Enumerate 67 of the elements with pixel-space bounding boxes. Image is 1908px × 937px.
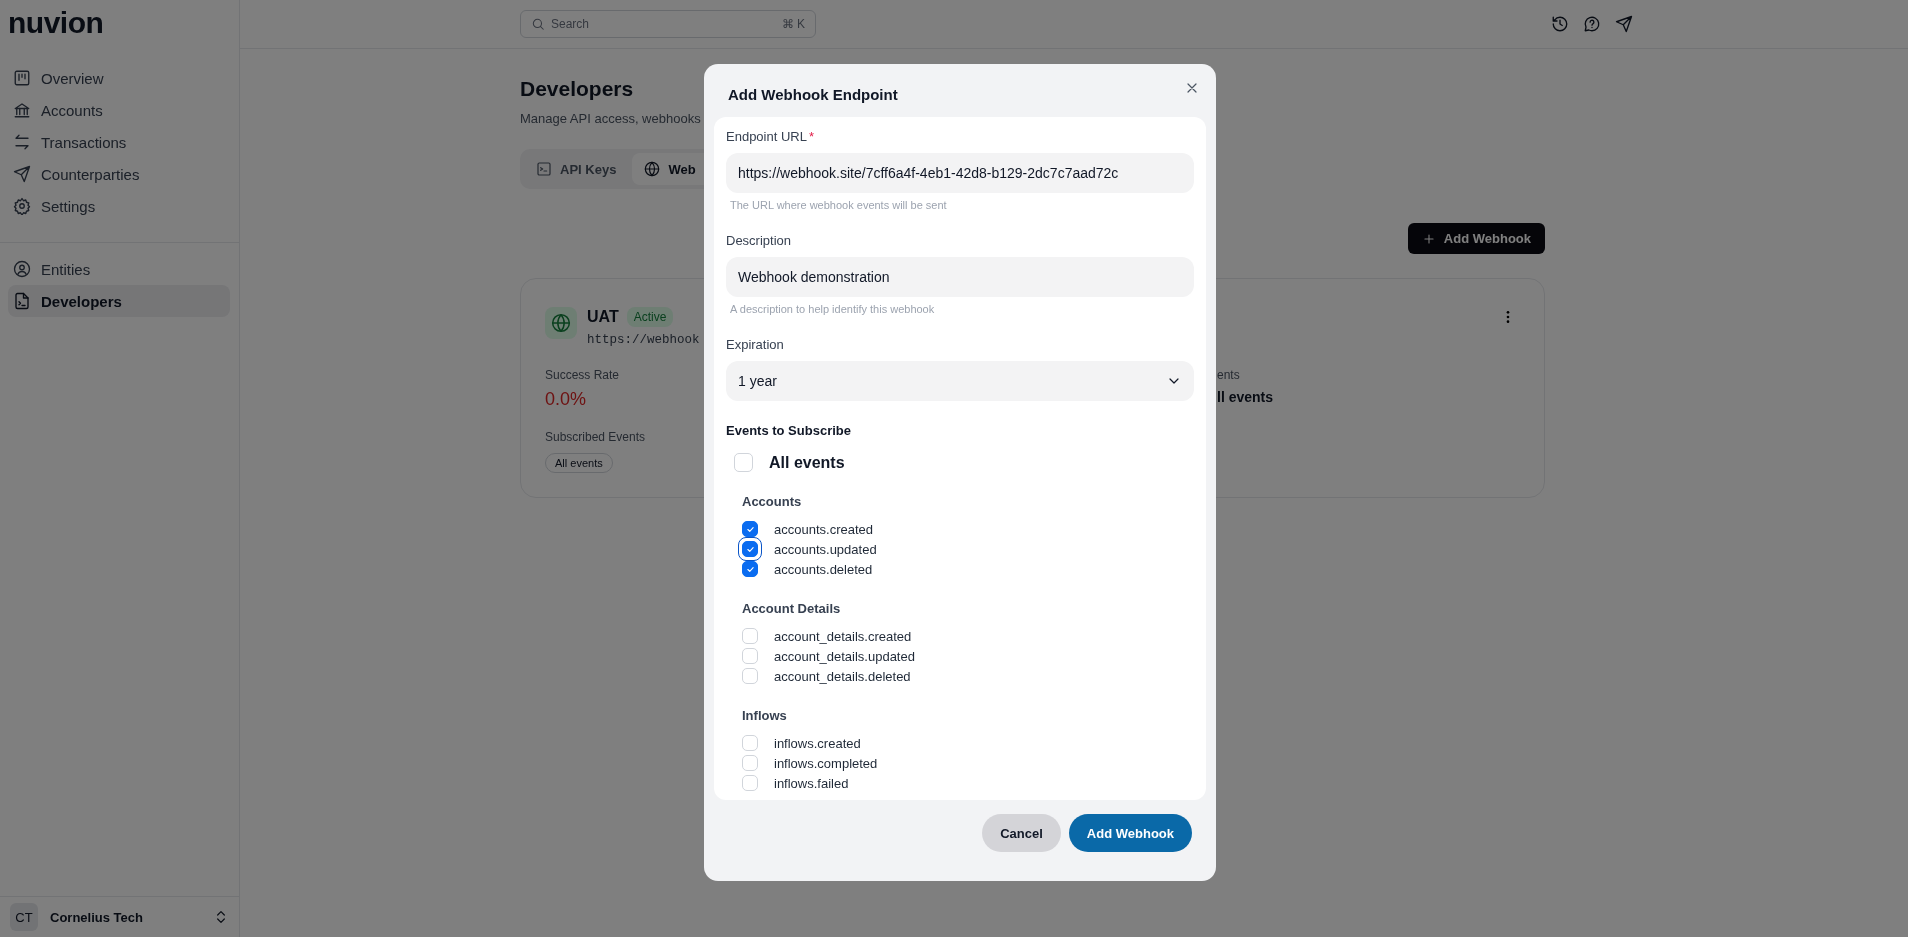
webhook-name: UAT xyxy=(587,308,619,326)
sidebar-item[interactable]: Accounts xyxy=(8,94,230,126)
shortcut-hint: ⌘ K xyxy=(781,17,805,31)
group-title: Inflows xyxy=(742,708,787,723)
sidebar-item[interactable]: Transactions xyxy=(8,126,230,158)
status-badge: Active xyxy=(626,307,674,327)
arrows-icon xyxy=(13,133,31,151)
field-label: Endpoint URL* xyxy=(726,129,814,144)
help-chat-icon xyxy=(1583,15,1601,33)
input-field[interactable]: https://webhook.site/7cff6a4f-4eb1-42d8-b129-2dc7c7aad72c xyxy=(726,153,1194,193)
field-label: Expiration xyxy=(726,337,784,352)
checkbox-label: account_details.deleted xyxy=(774,668,911,684)
select-field[interactable]: 1 year xyxy=(726,361,1194,401)
group-title: Account Details xyxy=(742,601,841,616)
stat-label: ents xyxy=(1217,368,1240,382)
webhook-url: https://webhook xyxy=(587,333,700,347)
bank-icon xyxy=(13,101,31,119)
search-icon xyxy=(531,17,545,31)
settings-icon xyxy=(13,197,31,215)
sidebar-item[interactable]: Counterparties xyxy=(8,158,230,190)
checkbox-label: accounts.updated xyxy=(774,541,877,557)
sidebar-item[interactable]: Settings xyxy=(8,190,230,222)
checkbox[interactable] xyxy=(742,521,758,537)
checkbox-label: accounts.deleted xyxy=(774,561,873,577)
board-icon xyxy=(13,69,31,87)
globe-icon xyxy=(545,307,577,339)
section-title: Events to Subscribe xyxy=(726,423,851,438)
add-webhook-button[interactable]: Add Webhook xyxy=(1068,814,1192,852)
checkbox[interactable] xyxy=(742,561,758,577)
help-text: A description to help identify this webhook xyxy=(730,303,935,315)
dialog-title: Add Webhook Endpoint xyxy=(728,86,898,103)
send-icon xyxy=(1615,15,1633,33)
sidebar-item[interactable]: Developers xyxy=(8,285,230,317)
user-icon xyxy=(13,260,31,278)
page-subtitle: Manage API access, webhooks xyxy=(520,111,701,126)
checkbox-label: account_details.updated xyxy=(774,648,915,664)
checkbox-label: account_details.created xyxy=(774,628,912,644)
help-text: The URL where webhook events will be sent xyxy=(730,199,947,211)
checkbox-label: inflows.completed xyxy=(774,755,878,771)
checkbox-label: inflows.failed xyxy=(774,775,849,791)
history-icon xyxy=(1551,15,1569,33)
sidebar-item[interactable]: Entities xyxy=(8,253,230,285)
send-icon xyxy=(13,165,31,183)
page-title: Developers xyxy=(520,77,634,101)
checkbox-label: inflows.created xyxy=(774,735,861,751)
globe-icon xyxy=(644,161,661,177)
field-label: Description xyxy=(726,233,792,248)
plus-icon xyxy=(1421,231,1436,246)
cancel-button[interactable]: Cancel xyxy=(982,814,1061,852)
group-title: Accounts xyxy=(742,494,802,509)
workspace-name: Cornelius Tech xyxy=(50,909,144,925)
subscribed-label: Subscribed Events xyxy=(545,430,646,444)
add-webhook-button[interactable]: Add Webhook xyxy=(1407,223,1545,254)
stat-value: ll events xyxy=(1217,389,1274,405)
input-field[interactable]: Webhook demonstration xyxy=(726,257,1194,297)
avatar: CT xyxy=(10,903,38,931)
workspace-switcher[interactable]: CT Cornelius Tech xyxy=(0,896,239,937)
checkbox-label: All events xyxy=(769,453,845,472)
file-terminal-icon xyxy=(13,292,31,310)
logo: nuvion xyxy=(7,5,105,41)
checkbox-label: accounts.created xyxy=(774,521,873,537)
search-field[interactable]: Search ⌘ K xyxy=(520,10,816,38)
stat-label: Success Rate xyxy=(545,368,620,382)
tab[interactable]: API Keys xyxy=(524,153,629,185)
terminal-icon xyxy=(536,161,552,177)
stat-value: 0.0% xyxy=(545,389,587,410)
sidebar-item[interactable]: Overview xyxy=(8,62,230,94)
